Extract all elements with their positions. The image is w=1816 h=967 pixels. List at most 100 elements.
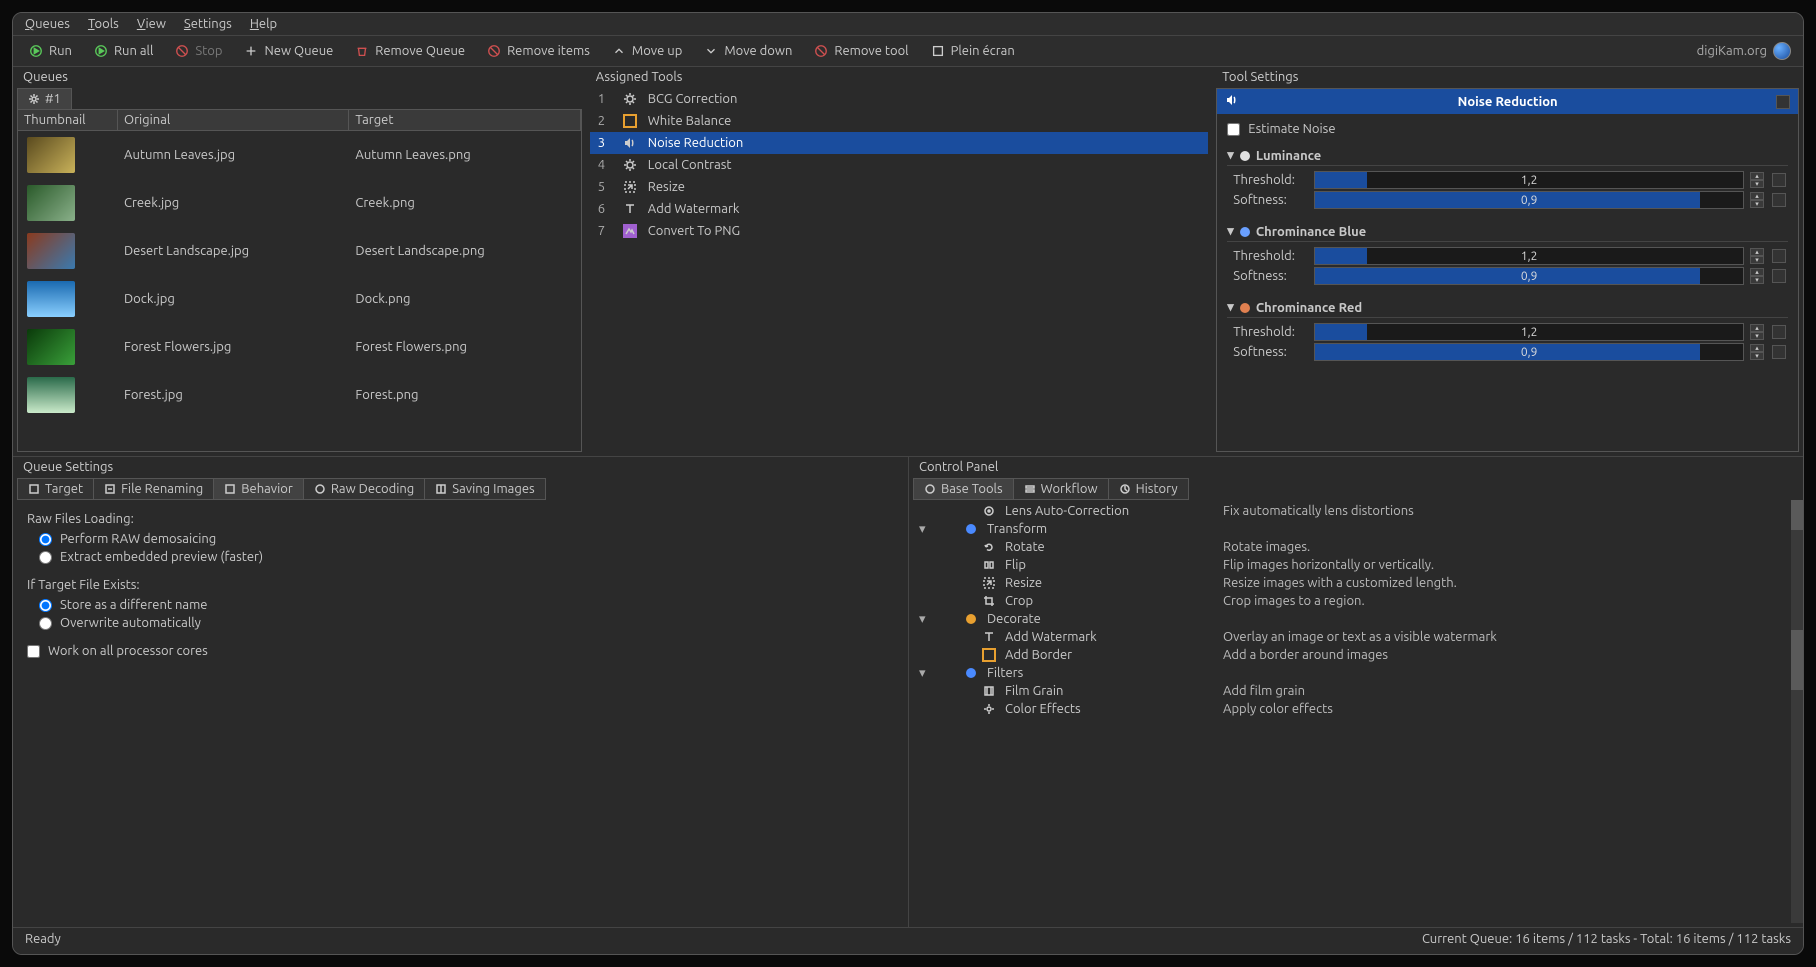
spinbox[interactable]: ▴▾: [1750, 248, 1764, 264]
section-header[interactable]: ▾Chrominance Blue: [1227, 222, 1788, 242]
sun-icon: [622, 157, 638, 173]
reset-button[interactable]: [1772, 269, 1786, 283]
fullscreen-button[interactable]: Plein écran: [927, 42, 1019, 60]
slider[interactable]: 1,2: [1314, 323, 1744, 341]
menu-tools[interactable]: Tools: [88, 17, 119, 31]
estimate-noise-checkbox[interactable]: [1227, 123, 1240, 136]
radio-raw-1[interactable]: [39, 551, 52, 564]
queue-tab-1[interactable]: #1: [17, 88, 72, 109]
thumbnail: [27, 377, 75, 413]
run-all-button[interactable]: Run all: [90, 42, 157, 60]
slider-label: Threshold:: [1233, 173, 1308, 187]
slider[interactable]: 0,9: [1314, 191, 1744, 209]
col-original[interactable]: Original: [118, 110, 349, 130]
slider[interactable]: 1,2: [1314, 171, 1744, 189]
table-row[interactable]: Creek.jpgCreek.png: [18, 179, 581, 227]
slider[interactable]: 0,9: [1314, 343, 1744, 361]
detach-button[interactable]: [1776, 95, 1790, 109]
sq-orange-icon: [981, 647, 997, 663]
col-thumbnail[interactable]: Thumbnail: [18, 110, 118, 130]
all-cores-checkbox[interactable]: [27, 645, 40, 658]
radio-tgt-1[interactable]: [39, 617, 52, 630]
tree-item-decorate[interactable]: ▾Decorate: [915, 610, 1797, 628]
resize-icon: [981, 575, 997, 591]
menu-settings[interactable]: Settings: [184, 17, 232, 31]
stop-button[interactable]: Stop: [171, 42, 226, 60]
tree-item-rotate[interactable]: RotateRotate images.: [915, 538, 1797, 556]
menu-queues[interactable]: Queues: [25, 17, 70, 31]
tree-item-resize[interactable]: ResizeResize images with a customized le…: [915, 574, 1797, 592]
spinbox[interactable]: ▴▾: [1750, 268, 1764, 284]
slider[interactable]: 0,9: [1314, 267, 1744, 285]
tab-workflow[interactable]: Workflow: [1013, 478, 1109, 500]
assigned-tool-white-balance[interactable]: 2White Balance: [590, 110, 1209, 132]
tree-item-color-effects[interactable]: Color EffectsApply color effects: [915, 700, 1797, 718]
remove-items-button[interactable]: Remove items: [483, 42, 594, 60]
status-ready: Ready: [25, 932, 61, 946]
reset-button[interactable]: [1772, 249, 1786, 263]
tab-history[interactable]: History: [1108, 478, 1189, 500]
tree-item-lens-auto-correction[interactable]: Lens Auto-CorrectionFix automatically le…: [915, 502, 1797, 520]
tab-raw-decoding[interactable]: Raw Decoding: [303, 478, 425, 500]
run-button[interactable]: Run: [25, 42, 76, 60]
scrollbar[interactable]: [1791, 500, 1803, 923]
tree-item-filters[interactable]: ▾Filters: [915, 664, 1797, 682]
reset-button[interactable]: [1772, 173, 1786, 187]
assigned-tool-noise-reduction[interactable]: 3Noise Reduction: [590, 132, 1209, 154]
spinbox[interactable]: ▴▾: [1750, 344, 1764, 360]
tab-behavior[interactable]: Behavior: [213, 478, 304, 500]
table-row[interactable]: Forest.jpgForest.png: [18, 371, 581, 419]
tab-file-renaming[interactable]: File Renaming: [93, 478, 214, 500]
target-icon: [981, 503, 997, 519]
assigned-tool-convert-to-png[interactable]: 7Convert To PNG: [590, 220, 1209, 242]
assigned-tool-add-watermark[interactable]: 6Add Watermark: [590, 198, 1209, 220]
tree-item-film-grain[interactable]: Film GrainAdd film grain: [915, 682, 1797, 700]
move-up-button[interactable]: Move up: [608, 42, 686, 60]
menu-view[interactable]: View: [137, 17, 166, 31]
remove-tool-button[interactable]: Remove tool: [810, 42, 912, 60]
tab-target[interactable]: Target: [17, 478, 94, 500]
assigned-tool-local-contrast[interactable]: 4Local Contrast: [590, 154, 1209, 176]
spinbox[interactable]: ▴▾: [1750, 192, 1764, 208]
new-queue-button[interactable]: New Queue: [240, 42, 337, 60]
tree-item-add-border[interactable]: Add BorderAdd a border around images: [915, 646, 1797, 664]
reset-button[interactable]: [1772, 325, 1786, 339]
table-row[interactable]: Forest Flowers.jpgForest Flowers.png: [18, 323, 581, 371]
remove-queue-button[interactable]: Remove Queue: [351, 42, 469, 60]
toolbar: Run Run all Stop New Queue Remove Queue …: [13, 36, 1803, 67]
section-header[interactable]: ▾Chrominance Red: [1227, 298, 1788, 318]
radio-raw-0[interactable]: [39, 533, 52, 546]
table-row[interactable]: Autumn Leaves.jpgAutumn Leaves.png: [18, 131, 581, 179]
tab-saving-images[interactable]: Saving Images: [424, 478, 545, 500]
spinbox[interactable]: ▴▾: [1750, 172, 1764, 188]
tree-item-crop[interactable]: CropCrop images to a region.: [915, 592, 1797, 610]
queue-table[interactable]: Thumbnail Original Target Autumn Leaves.…: [17, 109, 582, 452]
spinbox[interactable]: ▴▾: [1750, 324, 1764, 340]
target-cell: Creek.png: [349, 190, 580, 216]
resize-icon: [622, 179, 638, 195]
section-header[interactable]: ▾Luminance: [1227, 146, 1788, 166]
table-row[interactable]: Desert Landscape.jpgDesert Landscape.png: [18, 227, 581, 275]
slider[interactable]: 1,2: [1314, 247, 1744, 265]
tree-item-flip[interactable]: FlipFlip images horizontally or vertical…: [915, 556, 1797, 574]
target-cell: Forest.png: [349, 382, 580, 408]
table-row[interactable]: Dock.jpgDock.png: [18, 275, 581, 323]
chevron-down-icon: ▾: [1227, 148, 1234, 163]
target-exists-label: If Target File Exists:: [27, 574, 894, 596]
text-icon: [622, 201, 638, 217]
status-info: Current Queue: 16 items / 112 tasks - To…: [1422, 932, 1791, 946]
tree-item-transform[interactable]: ▾Transform: [915, 520, 1797, 538]
radio-tgt-0[interactable]: [39, 599, 52, 612]
reset-button[interactable]: [1772, 345, 1786, 359]
move-down-button[interactable]: Move down: [700, 42, 796, 60]
tab-base-tools[interactable]: Base Tools: [913, 478, 1014, 500]
reset-button[interactable]: [1772, 193, 1786, 207]
tree-item-add-watermark[interactable]: Add WatermarkOverlay an image or text as…: [915, 628, 1797, 646]
brand-link[interactable]: digiKam.org: [1697, 42, 1791, 60]
menu-help[interactable]: Help: [250, 17, 277, 31]
expander-icon: ▾: [919, 666, 929, 681]
tool-settings-title: Tool Settings: [1212, 67, 1803, 88]
col-target[interactable]: Target: [349, 110, 580, 130]
assigned-tool-resize[interactable]: 5Resize: [590, 176, 1209, 198]
assigned-tool-bcg-correction[interactable]: 1BCG Correction: [590, 88, 1209, 110]
